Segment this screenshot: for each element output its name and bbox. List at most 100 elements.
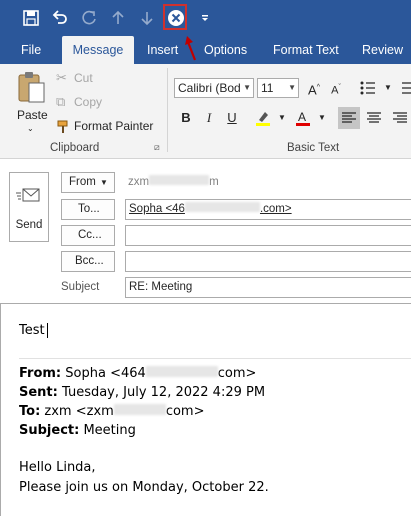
tab-review[interactable]: Review	[362, 36, 403, 64]
chevron-down-icon: ▼	[288, 83, 296, 92]
up-arrow-icon[interactable]	[107, 7, 129, 29]
quick-access-toolbar	[0, 0, 411, 36]
to-recipient-start: Sopha <46	[129, 203, 185, 215]
align-left-icon[interactable]	[338, 107, 360, 129]
undo-icon[interactable]	[49, 7, 71, 29]
font-size-value: 11	[261, 81, 274, 95]
to-field[interactable]: Sopha <46 .com>	[125, 199, 411, 220]
redo-icon[interactable]	[78, 7, 100, 29]
quoted-from-label: From:	[19, 366, 62, 381]
chevron-down-icon[interactable]: ▼	[272, 108, 292, 128]
tab-file[interactable]: File	[21, 36, 41, 64]
subject-label: Subject	[61, 281, 100, 293]
quoted-subject-label: Subject:	[19, 423, 80, 438]
reply-divider	[19, 358, 411, 359]
redacted-text	[149, 175, 210, 185]
highlight-color-icon[interactable]	[253, 108, 273, 128]
from-label: From	[69, 176, 96, 188]
tab-options[interactable]: Options	[204, 36, 247, 64]
from-address: zxm m	[128, 175, 219, 188]
tab-format-text[interactable]: Format Text	[273, 36, 339, 64]
copy-button[interactable]: ⧉ Copy	[56, 94, 136, 112]
subject-field[interactable]: RE: Meeting	[125, 277, 411, 298]
down-arrow-icon[interactable]	[136, 7, 158, 29]
numbering-icon[interactable]	[396, 78, 411, 98]
redacted-text	[145, 366, 218, 377]
cc-label: Cc...	[78, 229, 102, 241]
quoted-from: From: Sopha <464 com>	[19, 366, 256, 381]
chevron-down-icon: ⌄	[27, 124, 34, 133]
quoted-to-end: com>	[165, 404, 205, 419]
ribbon: Paste ⌄ ✂ Cut ⧉ Copy Format Painter Clip…	[0, 64, 411, 159]
message-line: Please join us on Monday, October 22.	[19, 480, 269, 495]
save-icon[interactable]	[20, 7, 42, 29]
format-painter-button[interactable]: Format Painter	[56, 118, 156, 136]
send-label: Send	[15, 219, 43, 231]
font-name-combo[interactable]: Calibri (Bod ▼	[174, 78, 254, 98]
tab-insert[interactable]: Insert	[147, 36, 178, 64]
paste-button[interactable]: Paste ⌄	[12, 70, 50, 138]
chevron-down-icon: ▼	[100, 178, 108, 187]
redacted-text	[113, 404, 166, 415]
group-separator	[167, 68, 168, 152]
pointer-arrow-icon	[185, 36, 197, 61]
to-button[interactable]: To...	[61, 199, 115, 220]
italic-icon[interactable]: I	[199, 108, 219, 128]
align-center-icon[interactable]	[364, 108, 384, 128]
highlight-box	[163, 4, 187, 30]
scissors-icon: ✂	[56, 70, 67, 85]
basic-text-group-label: Basic Text	[287, 142, 340, 154]
align-right-icon[interactable]	[390, 108, 410, 128]
quoted-sent-value: Tuesday, July 12, 2022 4:29 PM	[57, 385, 266, 400]
typed-text: Test	[19, 323, 48, 338]
underline-icon[interactable]: U	[222, 108, 242, 128]
tab-message[interactable]: Message	[62, 36, 134, 64]
quoted-sent-label: Sent:	[19, 385, 58, 400]
quoted-to-label: To:	[19, 404, 41, 419]
shrink-font-icon[interactable]: Aˇ	[326, 78, 346, 98]
send-button[interactable]: Send	[9, 172, 49, 242]
from-button[interactable]: From ▼	[61, 172, 115, 193]
send-icon	[16, 188, 40, 202]
cc-button[interactable]: Cc...	[61, 225, 115, 246]
paste-icon	[18, 72, 45, 103]
message-body[interactable]: Test From: Sopha <464 com> Sent: Tuesday,…	[0, 303, 411, 516]
redacted-text	[184, 202, 260, 212]
from-address-end: m	[209, 176, 219, 188]
font-size-combo[interactable]: 11 ▼	[257, 78, 299, 98]
paste-label: Paste	[17, 108, 48, 122]
customize-dropdown-icon[interactable]	[194, 7, 216, 29]
to-recipient[interactable]: Sopha <46 .com>	[129, 202, 292, 215]
quoted-subject-value: Meeting	[79, 423, 136, 438]
to-recipient-end: .com>	[259, 203, 292, 215]
ribbon-tabs: File Message Insert Options Format Text …	[0, 36, 411, 64]
paintbrush-icon	[57, 120, 68, 133]
font-name-value: Calibri (Bod	[178, 81, 241, 95]
clipboard-group-label: Clipboard	[50, 142, 100, 154]
cc-field[interactable]	[125, 225, 411, 246]
subject-value: RE: Meeting	[129, 281, 193, 293]
quoted-to: To: zxm <zxm com>	[19, 404, 204, 419]
cut-label: Cut	[74, 71, 93, 85]
grow-font-icon[interactable]: A^	[304, 78, 324, 98]
copy-icon: ⧉	[56, 94, 66, 109]
from-address-start: zxm	[128, 176, 150, 188]
bullets-icon[interactable]	[358, 78, 378, 98]
bold-icon[interactable]: B	[176, 108, 196, 128]
bcc-button[interactable]: Bcc...	[61, 251, 115, 272]
format-painter-label: Format Painter	[74, 119, 154, 133]
chevron-down-icon[interactable]: ▼	[312, 108, 332, 128]
chevron-down-icon[interactable]: ▼	[378, 78, 398, 98]
quoted-from-value: Sopha <464	[61, 366, 146, 381]
quoted-subject: Subject: Meeting	[19, 423, 136, 438]
quoted-from-end: com>	[217, 366, 257, 381]
quoted-sent: Sent: Tuesday, July 12, 2022 4:29 PM	[19, 385, 265, 400]
chevron-down-icon: ▼	[243, 83, 251, 92]
bcc-label: Bcc...	[75, 255, 104, 267]
dialog-launcher-icon[interactable]: ⧄	[154, 142, 160, 153]
font-color-icon[interactable]: A	[293, 108, 313, 128]
cut-button[interactable]: ✂ Cut	[56, 70, 136, 88]
quoted-to-value: zxm <zxm	[40, 404, 114, 419]
copy-label: Copy	[74, 95, 103, 109]
bcc-field[interactable]	[125, 251, 411, 272]
